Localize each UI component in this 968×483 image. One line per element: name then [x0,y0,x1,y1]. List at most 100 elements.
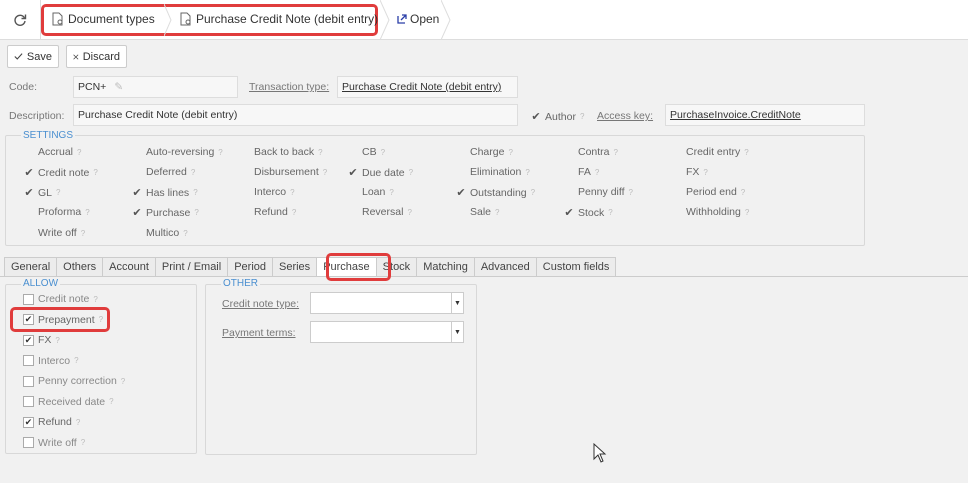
setting-label: Outstanding [470,186,527,199]
author-setting[interactable]: ✔ Author ? [531,110,584,124]
checkbox[interactable] [23,396,34,407]
access-key-field[interactable]: PurchaseInvoice.CreditNote [665,104,865,126]
check-icon [14,53,23,60]
setting-label: Stock [578,206,605,219]
setting-item[interactable]: Sale? [456,206,499,218]
checkbox[interactable] [23,293,34,305]
setting-label: Accrual [38,146,74,158]
discard-button[interactable]: Discard [66,45,127,68]
description-input[interactable]: Purchase Credit Note (debit entry) [73,104,518,126]
setting-item[interactable]: ✔ GL? [24,186,60,200]
setting-label: FA [578,166,591,178]
setting-item[interactable]: Reversal? [348,206,412,218]
setting-item[interactable]: ✔ Outstanding? [456,186,536,200]
help-mark-icon: ? [740,187,746,197]
open-link[interactable]: Open [397,12,439,26]
purchase-tab-highlight [326,253,391,281]
setting-item[interactable]: Contra? [564,146,618,158]
allow-item[interactable]: Write off? [23,437,85,449]
tab-others[interactable]: Others [56,257,103,277]
chevron-down-icon[interactable]: ▼ [451,322,463,342]
tab-general[interactable]: General [4,257,57,277]
allow-item[interactable]: Received date? [23,396,114,408]
setting-item[interactable]: Penny diff? [564,186,633,198]
setting-item[interactable]: Withholding? [672,206,749,218]
setting-label: Back to back [254,146,315,158]
setting-item[interactable]: ✔ Stock? [564,206,612,220]
document-settings-icon [180,12,191,26]
setting-item[interactable]: ✔ Due date? [348,166,413,180]
help-mark-icon: ? [530,188,536,197]
transaction-type-field[interactable]: Purchase Credit Note (debit entry) [337,76,518,98]
save-button[interactable]: Save [7,45,59,68]
setting-item[interactable]: Interco? [240,186,295,198]
setting-item[interactable]: Period end? [672,186,745,198]
allow-item[interactable]: Interco? [23,355,79,367]
breadcrumb-item-current[interactable]: Purchase Credit Note (debit entry) [180,12,378,26]
checkbox[interactable] [23,375,34,387]
payment-terms-select[interactable]: ▼ [310,321,464,343]
tab-advanced[interactable]: Advanced [473,257,536,277]
setting-item[interactable]: Auto-reversing? [132,146,223,158]
check-icon: ✔ [132,207,142,219]
setting-item[interactable]: ✔ Credit note? [24,166,97,180]
payment-terms-label[interactable]: Payment terms: [222,327,296,339]
tab-matching[interactable]: Matching [416,257,474,277]
allow-item[interactable]: ✔ Refund? [23,416,80,428]
setting-label: Sale [470,206,492,218]
help-mark-icon: ? [85,207,90,217]
pencil-icon[interactable]: ✎ [114,81,123,93]
tab-bar: General Others Account Print / Email Period S… [4,257,617,277]
setting-item[interactable]: Write off? [24,227,85,239]
setting-item[interactable]: Refund? [240,206,296,218]
allow-label: Credit note [38,293,90,305]
setting-item[interactable]: CB? [348,146,385,158]
code-value: PCN+ [78,81,107,93]
checkbox[interactable]: ✔ [23,334,34,346]
check-icon: ✔ [24,187,34,199]
tab-period[interactable]: Period [227,257,272,277]
help-mark-icon: ? [613,147,618,157]
credit-note-type-label[interactable]: Credit note type: [222,298,299,310]
checkbox[interactable] [23,437,34,448]
setting-item[interactable]: Deferred? [132,166,195,178]
allow-item[interactable]: Credit note? [23,293,98,305]
help-mark-icon: ? [80,228,86,238]
credit-note-type-select[interactable]: ▼ [310,292,464,314]
prepayment-highlight [10,307,110,332]
allow-item[interactable]: Penny correction? [23,375,125,387]
tab-custom-fields[interactable]: Custom fields [535,257,617,277]
setting-item[interactable]: Multico? [132,227,188,239]
setting-item[interactable]: Accrual? [24,146,81,158]
check-icon: ✔ [24,167,34,179]
setting-item[interactable]: ✔ Purchase? [132,206,198,220]
allow-label: Refund [38,416,72,428]
open-label: Open [410,12,440,26]
setting-item[interactable]: Back to back? [240,146,323,158]
setting-item[interactable]: ✔ Has lines? [132,186,197,200]
setting-item[interactable]: Loan? [348,186,394,198]
tab-account[interactable]: Account [102,257,155,277]
tab-print-email[interactable]: Print / Email [154,257,228,277]
setting-item[interactable]: Credit entry? [672,146,749,158]
access-key-label[interactable]: Access key: [597,110,653,122]
discard-label: Discard [82,50,120,63]
setting-label: FX [686,166,700,178]
help-mark-icon: ? [508,147,513,157]
setting-label: Withholding [686,206,741,218]
code-input[interactable]: PCN+ ✎ [73,76,238,98]
setting-item[interactable]: Elimination? [456,166,530,178]
allow-item[interactable]: ✔ FX? [23,334,60,346]
checkbox[interactable] [23,355,34,366]
tab-series[interactable]: Series [272,257,317,277]
setting-item[interactable]: Disbursement? [240,166,327,178]
breadcrumb-item-document-types[interactable]: Document types [52,12,155,26]
refresh-icon[interactable] [10,10,30,30]
setting-item[interactable]: Charge? [456,146,513,158]
setting-item[interactable]: Proforma? [24,206,90,218]
checkbox[interactable]: ✔ [23,416,34,428]
chevron-down-icon[interactable]: ▼ [451,293,463,313]
transaction-type-label[interactable]: Transaction type: [249,81,329,93]
setting-item[interactable]: FA? [564,166,599,178]
setting-item[interactable]: FX? [672,166,708,178]
